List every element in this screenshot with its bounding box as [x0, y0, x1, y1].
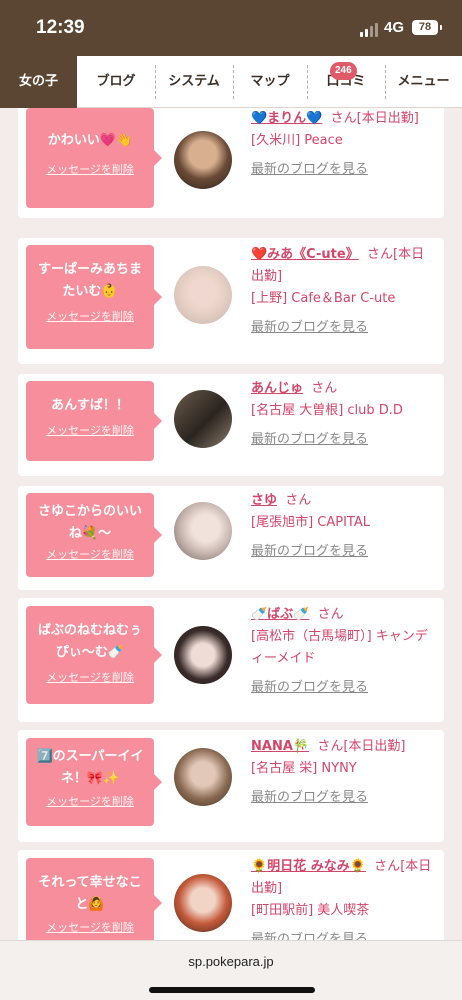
message-bubble: あんすば！！ メッセージを削除: [26, 381, 162, 461]
tab-girls[interactable]: 女の子: [0, 56, 77, 108]
message-bubble: ばぶのねむねむぅぴぃ〜む🍼 メッセージを削除: [26, 606, 162, 704]
latest-blog-link[interactable]: 最新のブログを見る: [251, 544, 368, 559]
cast-name-link[interactable]: あんじゅ: [251, 381, 303, 396]
avatar[interactable]: [174, 131, 232, 189]
battery-icon: 78: [412, 20, 442, 35]
list-item: さゆこからのいいね💐〜 メッセージを削除 さゆ さん [尾張旭市] CAPITA…: [18, 486, 444, 590]
nav-tabs: 女の子 ブログ システム マップ 口コミ 246 メニュー: [0, 56, 462, 108]
tab-menu[interactable]: メニュー: [385, 56, 462, 108]
cast-info: 💙まりん💙 さん[本日出勤] [久米川] Peace 最新のブログを見る: [251, 108, 437, 181]
cast-info: NANA🎋 さん[本日出勤] [名古屋 栄] NYNY 最新のブログを見る: [251, 736, 437, 809]
url-text[interactable]: sp.pokepara.jp: [0, 954, 462, 969]
message-bubble: かわいい💗👋 メッセージを削除: [26, 108, 162, 208]
honorific: さん: [330, 111, 357, 126]
list-item: ばぶのねむねむぅぴぃ〜む🍼 メッセージを削除 🍼ばぶ🍼 さん [高松市（古馬場町…: [18, 598, 444, 722]
cast-info: ❤️みあ《C-ute》 さん[本日出勤] [上野] Cafe＆Bar C-ute…: [251, 244, 437, 339]
honorific: さん: [311, 381, 338, 396]
message-bubble: さゆこからのいいね💐〜 メッセージを削除: [26, 493, 162, 577]
delete-message-link[interactable]: メッセージを削除: [26, 920, 154, 936]
latest-blog-link[interactable]: 最新のブログを見る: [251, 162, 368, 177]
status-bar: 12:39 4G 78: [0, 0, 462, 56]
list-item: あんすば！！ メッセージを削除 あんじゅ さん [名古屋 大曽根] club D…: [18, 374, 444, 476]
status-time: 12:39: [36, 17, 85, 38]
cast-info: 🍼ばぶ🍼 さん [高松市（古馬場町）] キャンディーメイド 最新のブログを見る: [251, 604, 437, 699]
avatar[interactable]: [174, 390, 232, 448]
honorific: さん: [317, 739, 344, 754]
tab-map[interactable]: マップ: [233, 56, 307, 108]
honorific: さん: [285, 493, 312, 508]
message-text: 7️⃣のスーパーイイネ！🎀✨: [36, 749, 144, 786]
shop-name: [久米川] Peace: [251, 133, 343, 148]
shop-name: [上野] Cafe＆Bar C-ute: [251, 291, 396, 306]
delete-message-link[interactable]: メッセージを削除: [26, 309, 154, 325]
tab-system[interactable]: システム: [155, 56, 233, 108]
list-item: 7️⃣のスーパーイイネ！🎀✨ メッセージを削除 NANA🎋 さん[本日出勤] […: [18, 730, 444, 842]
latest-blog-link[interactable]: 最新のブログを見る: [251, 790, 368, 805]
delete-message-link[interactable]: メッセージを削除: [26, 162, 154, 178]
attendance-status: [本日出勤]: [343, 739, 406, 754]
message-text: あんすば！！: [51, 398, 129, 413]
avatar[interactable]: [174, 874, 232, 932]
message-text: それって幸せなこと🙆: [38, 875, 142, 912]
latest-blog-link[interactable]: 最新のブログを見る: [251, 932, 368, 940]
cast-info: 🌻明日花 みなみ🌻 さん[本日出勤] [町田駅前] 美人喫茶 最新のブログを見る: [251, 856, 437, 940]
list-item: それって幸せなこと🙆 メッセージを削除 🌻明日花 みなみ🌻 さん[本日出勤] […: [18, 850, 444, 940]
attendance-status: [本日出勤]: [356, 111, 419, 126]
shop-name: [尾張旭市] CAPITAL: [251, 515, 370, 530]
cast-name-link[interactable]: 🌻明日花 みなみ🌻: [251, 859, 366, 874]
cast-name-link[interactable]: NANA🎋: [251, 739, 309, 754]
shop-name: [高松市（古馬場町）] キャンディーメイド: [251, 629, 428, 666]
message-text: かわいい💗👋: [47, 133, 133, 148]
message-list: かわいい💗👋 メッセージを削除 💙まりん💙 さん[本日出勤] [久米川] Pea…: [0, 108, 462, 940]
shop-name: [名古屋 大曽根] club D.D: [251, 403, 403, 418]
honorific: さん: [317, 607, 344, 622]
delete-message-link[interactable]: メッセージを削除: [26, 670, 154, 686]
shop-name: [町田駅前] 美人喫茶: [251, 903, 370, 918]
network-label: 4G: [384, 19, 405, 36]
honorific: さん: [374, 859, 401, 874]
message-text: さゆこからのいいね💐〜: [37, 504, 142, 541]
reviews-count-badge: 246: [330, 62, 357, 80]
avatar[interactable]: [174, 266, 232, 324]
shop-name: [名古屋 栄] NYNY: [251, 761, 357, 776]
avatar[interactable]: [174, 502, 232, 560]
signal-icon: [360, 23, 380, 37]
cast-name-link[interactable]: ❤️みあ《C-ute》: [251, 247, 359, 262]
cast-name-link[interactable]: 🍼ばぶ🍼: [251, 607, 309, 622]
cast-name-link[interactable]: さゆ: [251, 493, 277, 508]
delete-message-link[interactable]: メッセージを削除: [26, 794, 154, 810]
latest-blog-link[interactable]: 最新のブログを見る: [251, 680, 368, 695]
message-text: すーぱーみあちまたいむ👶: [37, 262, 142, 299]
honorific: さん: [366, 247, 393, 262]
tab-blog[interactable]: ブログ: [77, 56, 155, 108]
delete-message-link[interactable]: メッセージを削除: [26, 547, 154, 563]
avatar[interactable]: [174, 626, 232, 684]
list-item: すーぱーみあちまたいむ👶 メッセージを削除 ❤️みあ《C-ute》 さん[本日出…: [18, 238, 444, 364]
home-indicator[interactable]: [149, 987, 315, 993]
latest-blog-link[interactable]: 最新のブログを見る: [251, 432, 368, 447]
cast-info: あんじゅ さん [名古屋 大曽根] club D.D 最新のブログを見る: [251, 378, 437, 451]
latest-blog-link[interactable]: 最新のブログを見る: [251, 320, 368, 335]
message-bubble: 7️⃣のスーパーイイネ！🎀✨ メッセージを削除: [26, 738, 162, 826]
cast-info: さゆ さん [尾張旭市] CAPITAL 最新のブログを見る: [251, 490, 437, 563]
message-bubble: すーぱーみあちまたいむ👶 メッセージを削除: [26, 245, 162, 349]
list-item: かわいい💗👋 メッセージを削除 💙まりん💙 さん[本日出勤] [久米川] Pea…: [18, 108, 444, 218]
message-text: ばぶのねむねむぅぴぃ〜む🍼: [37, 623, 142, 660]
avatar[interactable]: [174, 748, 232, 806]
cast-name-link[interactable]: 💙まりん💙: [251, 111, 322, 126]
delete-message-link[interactable]: メッセージを削除: [26, 423, 154, 439]
message-bubble: それって幸せなこと🙆 メッセージを削除: [26, 858, 162, 940]
